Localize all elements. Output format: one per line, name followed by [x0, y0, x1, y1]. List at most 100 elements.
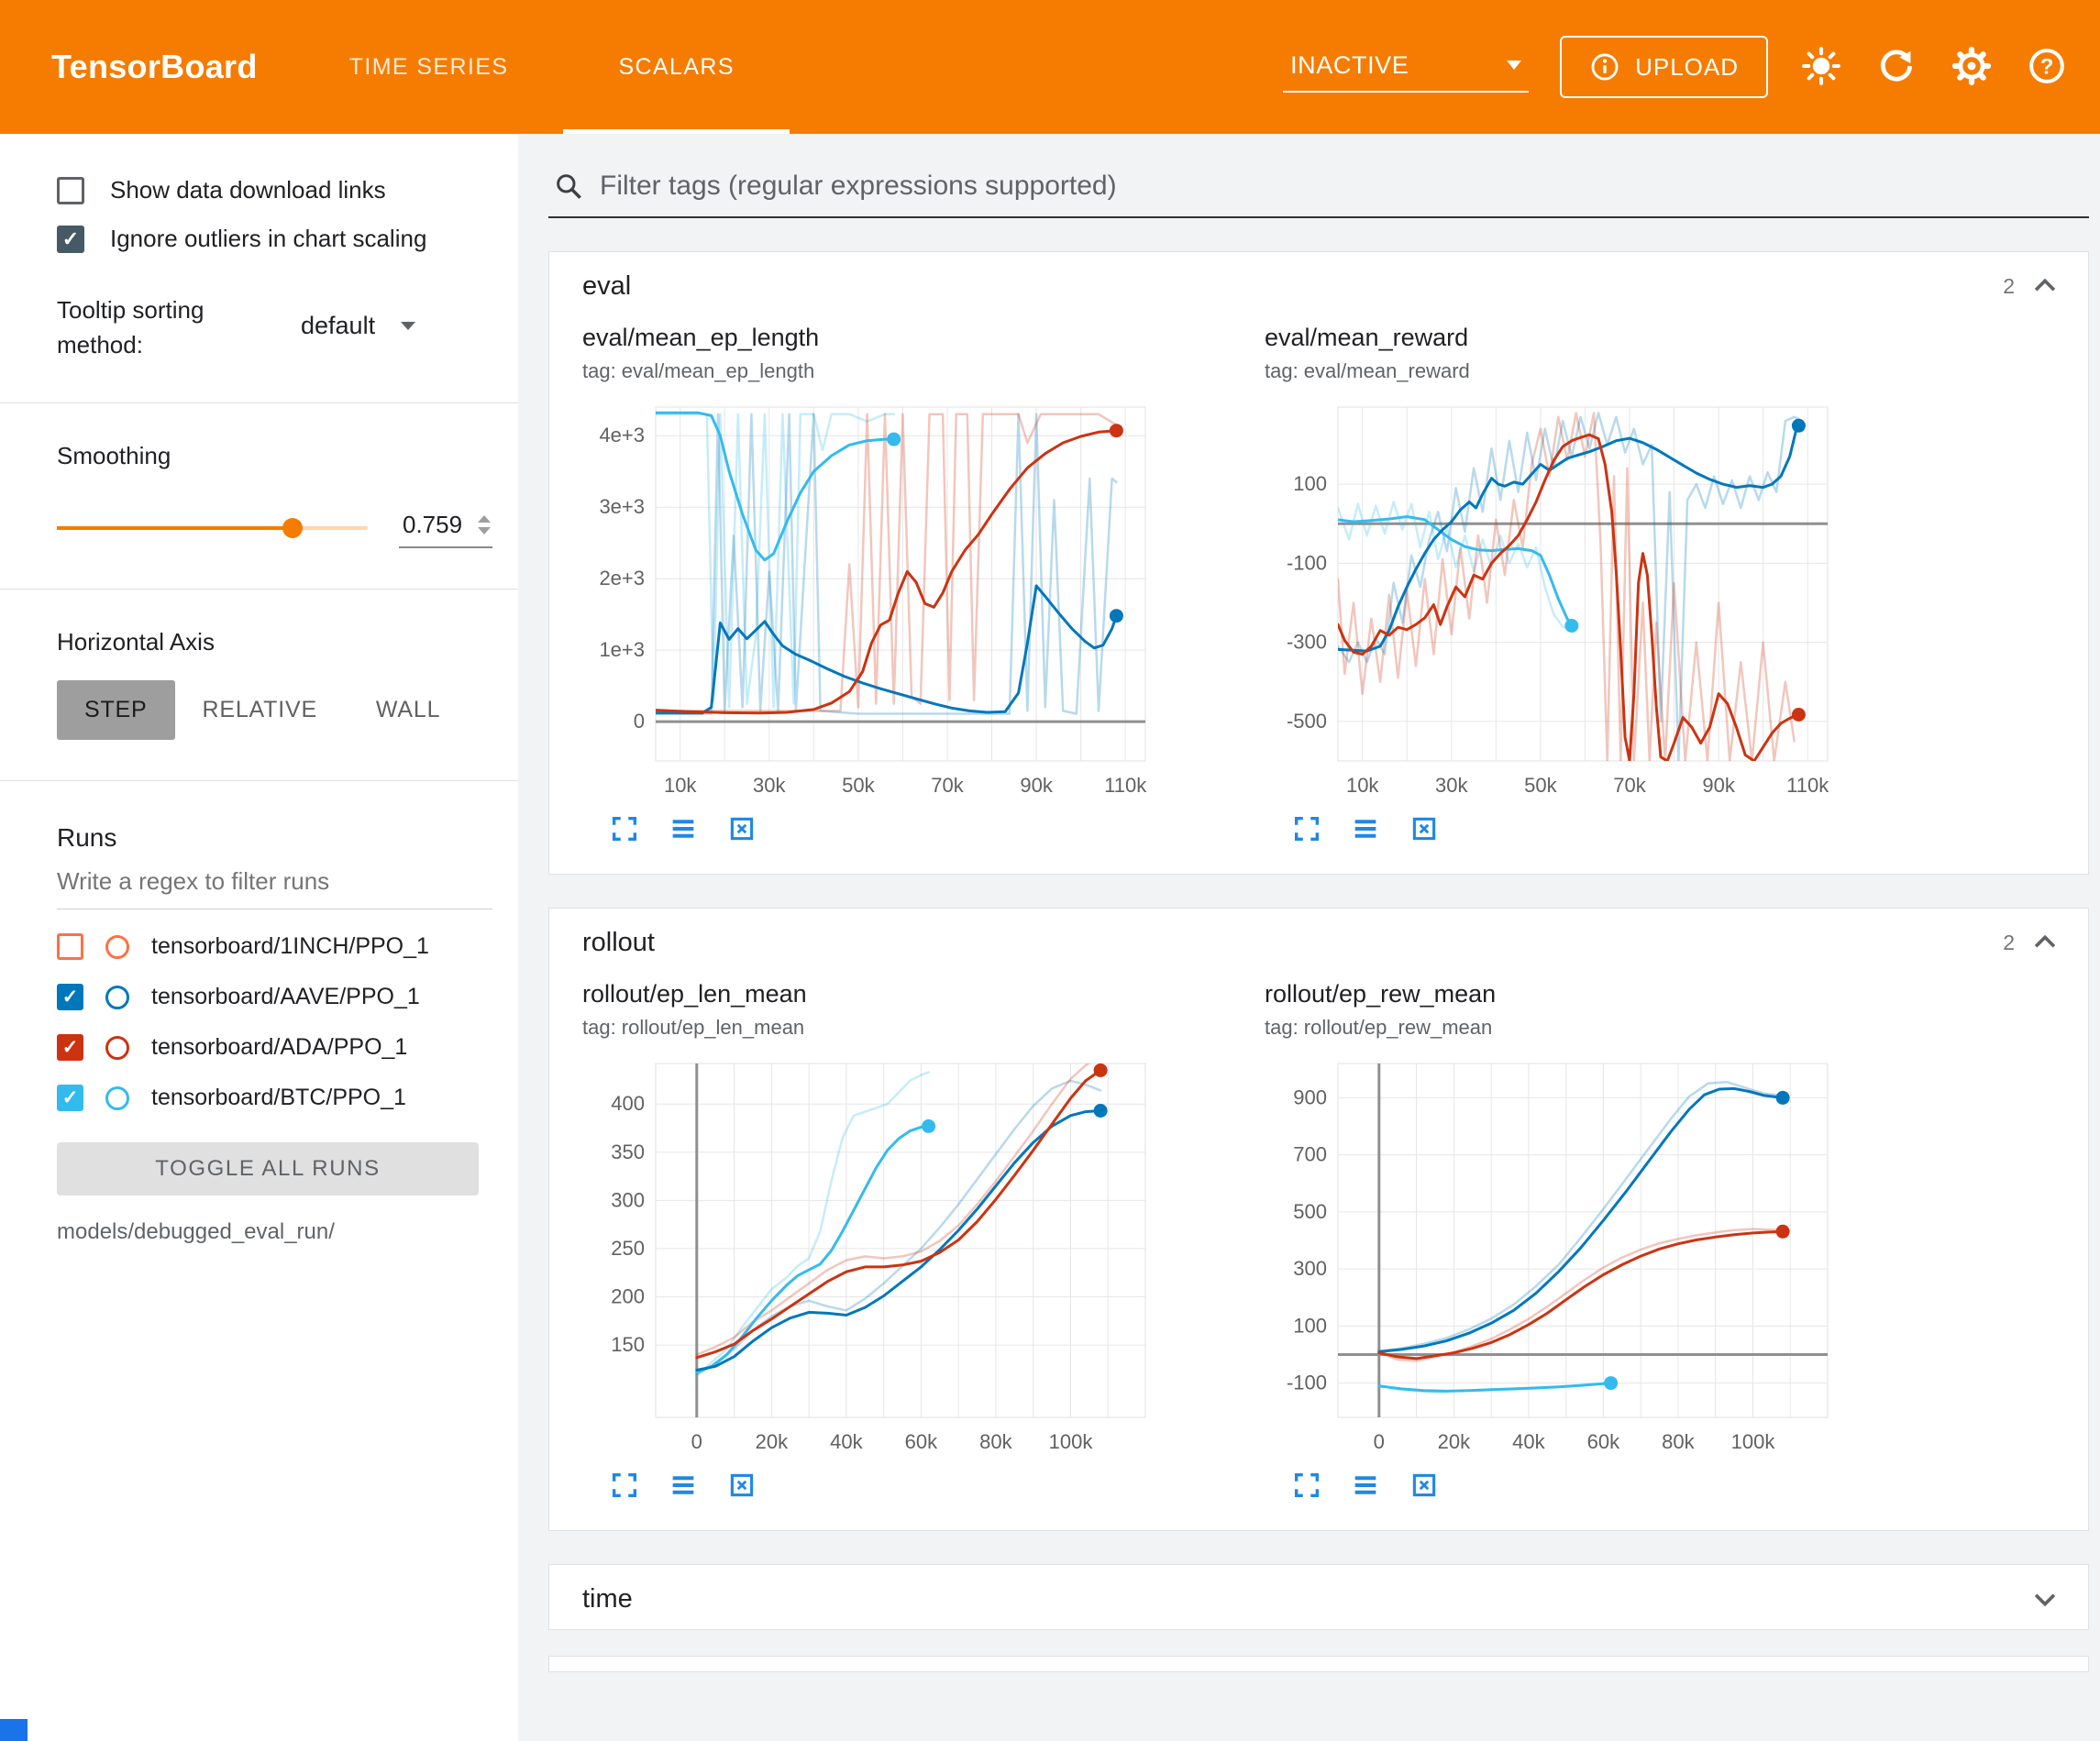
search-icon: [554, 171, 583, 201]
chevron-up-icon[interactable]: [2029, 927, 2061, 958]
axis-wall-button[interactable]: WALL: [348, 680, 468, 740]
toggle-all-runs-button[interactable]: TOGGLE ALL RUNS: [57, 1142, 479, 1196]
runs-filter-input[interactable]: [57, 853, 492, 909]
tab-time-series-label: TIME SERIES: [349, 54, 509, 81]
upload-button[interactable]: UPLOAD: [1560, 36, 1768, 98]
svg-text:100: 100: [1293, 1314, 1327, 1337]
next-category-card-partial: [548, 1656, 2089, 1672]
info-icon: [1589, 51, 1620, 83]
run-color-swatch[interactable]: [105, 1086, 129, 1110]
fit-to-data-icon: [1409, 1470, 1440, 1501]
svg-text:0: 0: [1374, 1430, 1385, 1453]
run-checkbox[interactable]: [57, 1085, 83, 1111]
chevron-up-icon[interactable]: [2029, 270, 2061, 302]
ignore-outliers-label: Ignore outliers in chart scaling: [110, 225, 426, 253]
svg-text:110k: 110k: [1104, 774, 1147, 797]
svg-text:250: 250: [611, 1237, 645, 1260]
chevron-down-icon[interactable]: [2029, 1583, 2061, 1614]
svg-text:90k: 90k: [1702, 774, 1735, 797]
svg-text:100k: 100k: [1731, 1430, 1776, 1453]
chart-tag: tag: rollout/ep_len_mean: [582, 1016, 1224, 1040]
run-checkbox[interactable]: [57, 933, 83, 960]
category-card-time: time: [548, 1564, 2089, 1630]
status-dropdown[interactable]: INACTIVE: [1283, 42, 1529, 93]
ignore-outliers-checkbox[interactable]: [57, 226, 84, 253]
list-icon: [1350, 813, 1381, 844]
run-checkbox[interactable]: [57, 1034, 83, 1061]
svg-text:70k: 70k: [931, 774, 964, 797]
horizontal-axis-buttons: STEP RELATIVE WALL: [57, 680, 497, 740]
axis-step-button[interactable]: STEP: [57, 680, 175, 740]
run-checkbox[interactable]: [57, 984, 83, 1010]
smoothing-slider[interactable]: [57, 526, 368, 530]
tag-filter-input[interactable]: [600, 171, 2085, 202]
main-tabs: TIME SERIES SCALARS: [294, 0, 790, 134]
expand-chart-button[interactable]: [608, 1470, 641, 1503]
brightness-toggle-button[interactable]: [1799, 45, 1843, 89]
svg-text:350: 350: [611, 1140, 645, 1163]
expand-chart-button[interactable]: [608, 813, 641, 846]
category-header-rollout[interactable]: rollout 2: [549, 909, 2088, 973]
ignore-outliers-row[interactable]: Ignore outliers in chart scaling: [57, 225, 492, 253]
show-download-links-checkbox[interactable]: [57, 177, 84, 204]
category-header-eval[interactable]: eval 2: [549, 252, 2088, 316]
svg-text:-500: -500: [1287, 710, 1327, 733]
svg-text:-100: -100: [1287, 1372, 1327, 1394]
spinner-down-icon[interactable]: [478, 527, 491, 534]
svg-text:60k: 60k: [905, 1430, 938, 1453]
expand-chart-button[interactable]: [1290, 1470, 1323, 1503]
run-row-btc[interactable]: tensorboard/BTC/PPO_1: [57, 1085, 492, 1111]
tab-time-series[interactable]: TIME SERIES: [294, 0, 564, 134]
category-header-time[interactable]: time: [549, 1565, 2088, 1629]
number-spinner[interactable]: [478, 515, 491, 534]
svg-text:70k: 70k: [1613, 774, 1646, 797]
horizontal-axis-label: Horizontal Axis: [57, 628, 492, 656]
svg-text:40k: 40k: [1512, 1430, 1545, 1453]
tooltip-sorting-select[interactable]: default: [301, 312, 415, 344]
runs-selector-button[interactable]: [1349, 1470, 1382, 1503]
expand-chart-button[interactable]: [1290, 813, 1323, 846]
slider-knob[interactable]: [282, 518, 303, 538]
fit-domain-button[interactable]: [1408, 1470, 1441, 1503]
category-title: time: [582, 1584, 633, 1614]
run-color-swatch[interactable]: [105, 986, 129, 1009]
run-row-1inch[interactable]: tensorboard/1INCH/PPO_1: [57, 933, 492, 960]
svg-text:300: 300: [1293, 1257, 1327, 1280]
axis-relative-button[interactable]: RELATIVE: [175, 680, 345, 740]
help-button[interactable]: ?: [2025, 45, 2069, 89]
tab-scalars[interactable]: SCALARS: [563, 0, 790, 134]
runs-selector-button[interactable]: [667, 813, 700, 846]
expand-icon: [1291, 1470, 1322, 1501]
chart-plot[interactable]: 10k30k50k70k90k110k100-100-300-500: [1265, 394, 1907, 811]
refresh-icon: [1876, 46, 1917, 86]
fit-domain-button[interactable]: [725, 1470, 758, 1503]
category-card-rollout: rollout 2 rollout/ep_len_mean tag: rollo…: [548, 908, 2089, 1531]
spinner-up-icon[interactable]: [478, 515, 491, 523]
svg-text:300: 300: [611, 1188, 645, 1211]
runs-selector-button[interactable]: [667, 1470, 700, 1503]
show-download-links-row[interactable]: Show data download links: [57, 176, 492, 204]
refresh-button[interactable]: [1874, 45, 1918, 89]
run-row-aave[interactable]: tensorboard/AAVE/PPO_1: [57, 984, 492, 1010]
svg-text:0: 0: [634, 710, 645, 733]
chart-rollout-ep-len-mean: rollout/ep_len_mean tag: rollout/ep_len_…: [582, 980, 1224, 1503]
run-row-ada[interactable]: tensorboard/ADA/PPO_1: [57, 1034, 492, 1061]
divider: [0, 780, 518, 781]
run-color-swatch[interactable]: [105, 1036, 129, 1060]
fit-domain-button[interactable]: [1408, 813, 1441, 846]
chart-plot[interactable]: 10k30k50k70k90k110k01e+32e+33e+34e+3: [582, 394, 1224, 811]
smoothing-value-input[interactable]: 0.759: [399, 507, 492, 548]
settings-button[interactable]: [1950, 45, 1994, 89]
chart-plot[interactable]: 020k40k60k80k100k-100100300500700900: [1265, 1051, 1907, 1468]
category-title: eval: [582, 271, 631, 302]
svg-text:3e+3: 3e+3: [599, 495, 645, 518]
category-title: rollout: [582, 928, 655, 958]
chart-plot[interactable]: 020k40k60k80k100k150200250300350400: [582, 1051, 1224, 1468]
gear-icon: [1951, 46, 1992, 86]
svg-text:40k: 40k: [830, 1430, 863, 1453]
runs-selector-button[interactable]: [1349, 813, 1382, 846]
chart-title: eval/mean_ep_length: [582, 324, 1224, 352]
fit-domain-button[interactable]: [725, 813, 758, 846]
run-color-swatch[interactable]: [105, 935, 129, 959]
chart-tag: tag: rollout/ep_rew_mean: [1265, 1016, 1907, 1040]
